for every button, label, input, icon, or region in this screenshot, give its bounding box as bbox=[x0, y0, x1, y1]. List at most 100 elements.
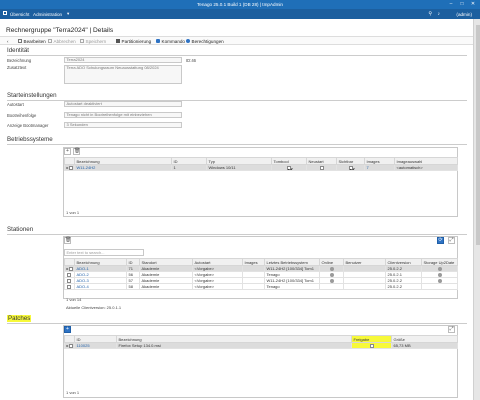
name-field[interactable]: Terra2024 bbox=[64, 57, 182, 63]
expand-icon[interactable]: ⤢ bbox=[448, 326, 455, 333]
column-header[interactable]: Benutzer bbox=[343, 258, 386, 266]
menu-item-overview[interactable]: Übersicht bbox=[10, 12, 29, 17]
system-link[interactable]: W11-24H2 bbox=[77, 166, 96, 170]
section-heading-identity: Identität bbox=[7, 47, 30, 54]
name-label: Bezeichnung bbox=[7, 58, 32, 63]
bootmanager-label: Anzeige Bootmanager bbox=[7, 123, 49, 128]
column-header[interactable]: Clientversion bbox=[385, 258, 422, 266]
online-status-icon bbox=[329, 278, 334, 283]
column-header[interactable]: Bezeichnung bbox=[74, 157, 172, 165]
column-header[interactable]: Bezeichnung bbox=[74, 258, 127, 266]
delete-icon[interactable]: 🗑 bbox=[73, 148, 80, 155]
search-icon[interactable]: ⚲ bbox=[428, 11, 432, 17]
save-icon bbox=[80, 39, 84, 44]
section-heading-systems: Betriebssysteme bbox=[7, 136, 53, 143]
column-header[interactable]: Letztes Betriebssystem bbox=[264, 258, 320, 266]
add-button[interactable]: + bbox=[64, 148, 71, 155]
release-checkbox[interactable] bbox=[369, 343, 374, 348]
menu-item-administration[interactable]: Administration bbox=[33, 12, 62, 17]
systems-footer: 1 von 1 bbox=[66, 210, 80, 215]
column-header[interactable]: Storage Up2Date bbox=[421, 258, 458, 266]
column-header[interactable]: ID bbox=[126, 258, 140, 266]
station-search-input[interactable]: Enter text to search... bbox=[64, 249, 144, 256]
boot-order-label: Bootreihenfolge bbox=[7, 113, 37, 118]
bell-icon[interactable]: ♪ bbox=[438, 11, 441, 17]
minimize-icon[interactable]: – bbox=[446, 1, 456, 7]
storage-status-icon bbox=[437, 266, 442, 271]
table-row[interactable]: ▸ W11-24H2 1 Windows 10/11 7 <automatisc… bbox=[64, 164, 458, 171]
home-icon[interactable] bbox=[3, 11, 7, 15]
permissions-button[interactable]: Berechtigungen bbox=[186, 39, 224, 44]
row-checkbox[interactable]: ▸ bbox=[64, 164, 75, 171]
client-version-text: Aktuelle Clientversion: 25.0.1.1 bbox=[66, 305, 122, 310]
undo-icon bbox=[48, 39, 52, 44]
autostart-select[interactable]: Autostart deaktiviert bbox=[64, 101, 182, 107]
image-select[interactable]: <automatisch> bbox=[394, 164, 458, 171]
close-icon[interactable]: ✕ bbox=[468, 1, 478, 7]
edit-button[interactable]: Bearbeiten bbox=[18, 39, 46, 44]
images-link[interactable]: 7 bbox=[367, 166, 369, 170]
online-status-icon bbox=[329, 272, 334, 277]
patches-footer: 1 von 1 bbox=[66, 390, 80, 395]
column-header[interactable]: Größe bbox=[391, 335, 458, 343]
column-header[interactable]: Images bbox=[242, 258, 265, 266]
user-menu[interactable]: (admin) bbox=[456, 12, 472, 17]
cancel-button[interactable]: Abbrechen bbox=[48, 39, 76, 44]
save-button[interactable]: Speichern bbox=[80, 39, 106, 44]
column-header[interactable]: Imageauswahl bbox=[394, 157, 458, 165]
pencil-icon bbox=[18, 39, 22, 44]
column-header[interactable]: Neustart bbox=[306, 157, 337, 165]
patch-link[interactable]: 110025 bbox=[77, 344, 90, 348]
back-icon[interactable]: ‹ bbox=[7, 39, 9, 44]
storage-status-icon bbox=[437, 278, 442, 283]
refresh-icon[interactable]: ⟳ bbox=[437, 237, 444, 244]
restart-checkbox[interactable] bbox=[319, 165, 324, 170]
column-header[interactable]: Autostart bbox=[192, 258, 243, 266]
stations-table: Bezeichnung ID Standort Autostart Images… bbox=[64, 258, 458, 290]
expand-icon[interactable]: ⤢ bbox=[448, 237, 455, 244]
window-titlebar: Tenago 25.0.1 Build 1 (DB 28) | tmpAdmin… bbox=[0, 0, 480, 9]
action-toolbar: ‹ Bearbeiten Abbrechen Speichern Partiti… bbox=[0, 36, 473, 45]
table-row[interactable]: ADO-4 58 Akademie <Vorgabe> Tenago 25.0.… bbox=[64, 283, 458, 290]
note-label: Zusatztext bbox=[7, 65, 27, 70]
column-header[interactable]: Standort bbox=[139, 258, 193, 266]
maximize-icon[interactable]: □ bbox=[457, 1, 467, 7]
note-field[interactable]: Terra ADO Schulungsraum Neuausstattung 0… bbox=[64, 65, 182, 84]
column-header[interactable]: Images bbox=[364, 157, 395, 165]
column-header[interactable]: Tombool bbox=[271, 157, 307, 165]
vertical-scrollbar[interactable] bbox=[473, 19, 480, 400]
visible-checkbox[interactable] bbox=[348, 165, 353, 170]
station-link[interactable]: ADO-1 bbox=[77, 267, 89, 271]
divider bbox=[7, 144, 467, 145]
stations-footer: 1 von 14 bbox=[66, 297, 82, 302]
column-header[interactable]: Typ bbox=[206, 157, 272, 165]
partition-icon bbox=[116, 39, 120, 44]
tombool-checkbox[interactable] bbox=[287, 165, 291, 170]
online-status-icon bbox=[329, 266, 334, 271]
divider bbox=[7, 234, 467, 235]
add-button[interactable]: + bbox=[64, 326, 71, 333]
shield-icon bbox=[186, 39, 190, 44]
partition-button[interactable]: Partitionierung bbox=[116, 39, 151, 44]
column-header[interactable]: Online bbox=[319, 258, 344, 266]
station-link[interactable]: ADO-3 bbox=[77, 279, 89, 283]
column-header[interactable]: Sichtbar bbox=[336, 157, 365, 165]
command-button[interactable]: Kommando bbox=[156, 39, 185, 44]
station-link[interactable]: ADO-2 bbox=[77, 273, 89, 277]
station-link[interactable]: ADO-4 bbox=[77, 285, 89, 289]
chevron-down-icon[interactable]: ▾ bbox=[67, 11, 69, 17]
delete-icon[interactable]: 🗑 bbox=[64, 237, 71, 244]
patches-table: ID Bezeichnung Freigabe Größe ▸ 110025 F… bbox=[64, 335, 458, 349]
bootmanager-select[interactable]: 3 Sekunden bbox=[64, 122, 182, 128]
table-row[interactable]: ▸ 110025 Firefox Setup 134.0.msi 65,73 M… bbox=[64, 342, 458, 349]
column-header[interactable]: ID bbox=[171, 157, 207, 165]
column-header-release[interactable]: Freigabe bbox=[351, 335, 392, 343]
divider bbox=[7, 55, 467, 56]
menu-bar: Übersicht Administration ▾ ⚲ ♪ (admin) bbox=[0, 9, 480, 19]
column-header[interactable]: ID bbox=[74, 335, 117, 343]
storage-status-icon bbox=[437, 272, 442, 277]
autostart-label: Autostart bbox=[7, 102, 24, 107]
boot-order-select[interactable]: Tenago nicht in Bootreihenfolge mit einb… bbox=[64, 112, 182, 118]
section-heading-patches: Patches bbox=[7, 315, 32, 322]
column-header[interactable]: Bezeichnung bbox=[116, 335, 352, 343]
